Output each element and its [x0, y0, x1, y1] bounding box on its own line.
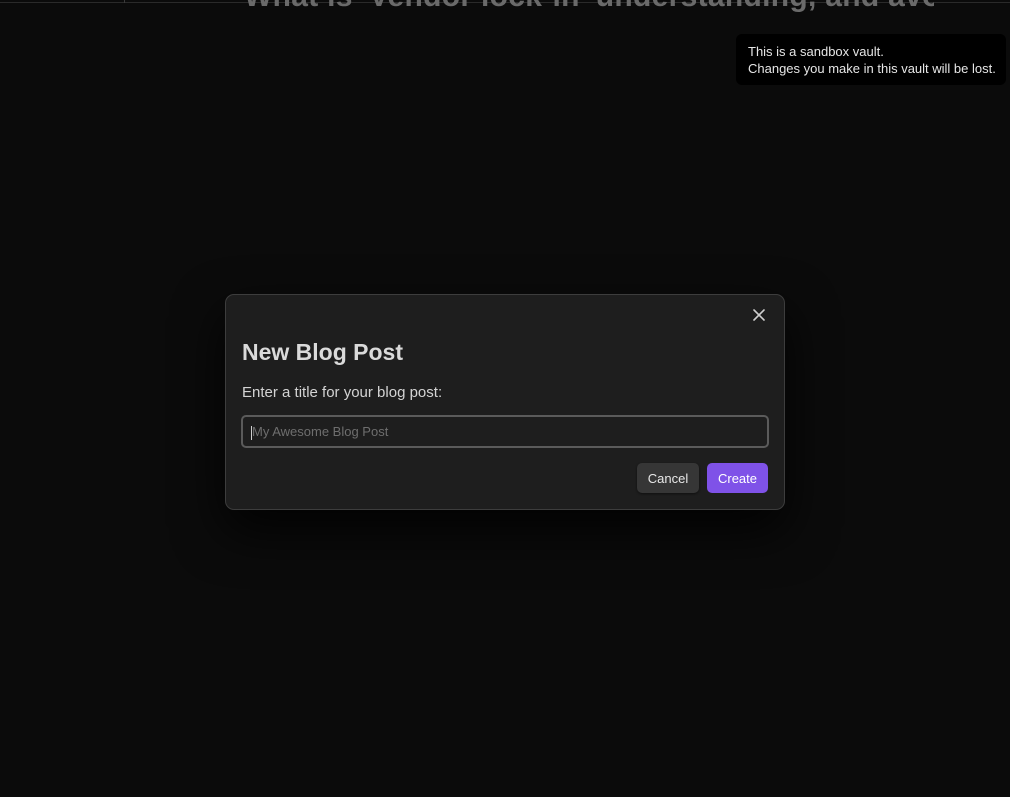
- close-icon: [753, 309, 765, 321]
- sandbox-notice: This is a sandbox vault. Changes you mak…: [736, 34, 1006, 85]
- background-note-heading: What is 'Vendor lock-in' understanding, …: [244, 0, 934, 14]
- new-blog-post-modal: New Blog Post Enter a title for your blo…: [225, 294, 785, 510]
- cancel-button[interactable]: Cancel: [637, 463, 699, 493]
- divider-tick: [124, 0, 125, 3]
- modal-title: New Blog Post: [242, 339, 404, 365]
- create-button[interactable]: Create: [707, 463, 768, 493]
- modal-prompt: Enter a title for your blog post:: [242, 384, 443, 401]
- close-button[interactable]: [748, 304, 770, 326]
- app-window: What is 'Vendor lock-in' understanding, …: [0, 0, 1010, 797]
- blog-title-input[interactable]: [241, 415, 769, 448]
- sandbox-notice-line-1: This is a sandbox vault.: [748, 44, 884, 59]
- sandbox-notice-line-2: Changes you make in this vault will be l…: [748, 61, 996, 76]
- text-caret: [251, 426, 252, 440]
